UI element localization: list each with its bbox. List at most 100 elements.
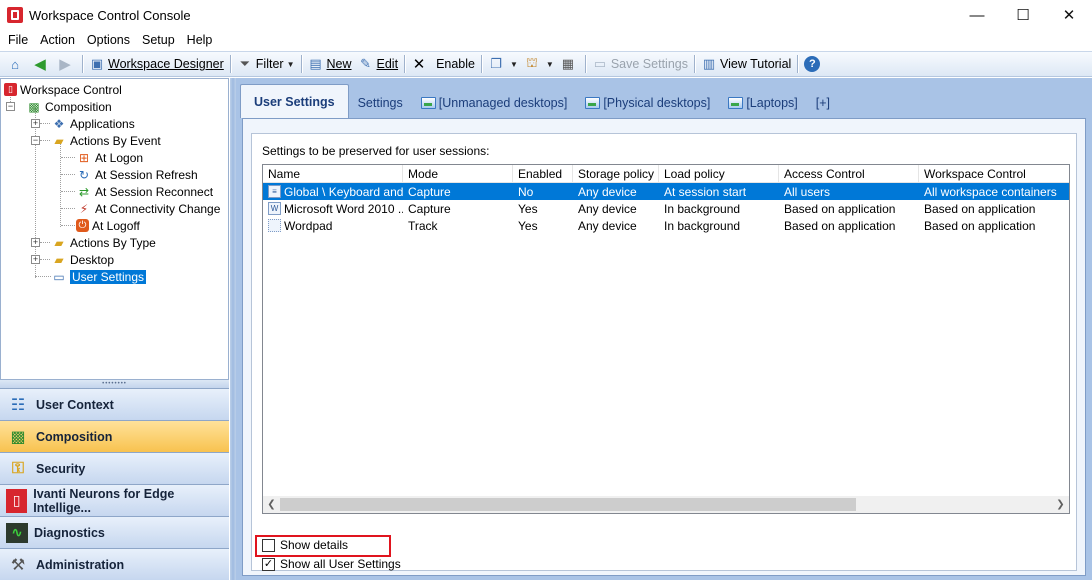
table-row[interactable]: ≡ Global \ Keyboard and... Capture No Any…: [263, 183, 1069, 200]
show-all-user-settings-checkbox[interactable]: ✓ Show all User Settings: [262, 556, 401, 572]
tab-settings[interactable]: Settings: [349, 88, 412, 118]
tree-splitter[interactable]: ••••••••: [0, 380, 229, 388]
scroll-track[interactable]: [280, 496, 1052, 513]
edit-button[interactable]: ✎ Edit: [355, 53, 402, 75]
menu-setup[interactable]: Setup: [136, 33, 181, 47]
home-button[interactable]: ⌂: [4, 53, 29, 75]
collapse-toggle[interactable]: −: [31, 136, 40, 145]
tab-unmanaged-desktops[interactable]: [Unmanaged desktops]: [412, 88, 577, 118]
column-header-access-control[interactable]: Access Control: [779, 165, 919, 183]
cell-storage-policy: Any device: [578, 184, 637, 199]
toolbar-separator: [481, 55, 482, 73]
tab-physical-desktops[interactable]: [Physical desktops]: [576, 88, 719, 118]
export-button[interactable]: ▦: [557, 53, 582, 75]
laptop-icon: [728, 97, 744, 109]
tree-node-at-connectivity-change[interactable]: ⚡ At Connectivity Change: [76, 200, 221, 217]
expand-toggle[interactable]: +: [31, 119, 40, 128]
toolbar-separator: [693, 55, 695, 73]
cell-storage-policy: Any device: [578, 218, 637, 233]
nav-composition[interactable]: ▩ Composition: [0, 420, 229, 452]
column-header-enabled[interactable]: Enabled: [513, 165, 573, 183]
menu-file[interactable]: File: [2, 33, 34, 47]
copy-button[interactable]: ❐ ▼: [485, 53, 521, 75]
tree-node-applications[interactable]: ❖ Applications: [51, 115, 135, 132]
enable-button[interactable]: Enable: [433, 53, 478, 75]
scroll-left-icon[interactable]: ❮: [263, 496, 280, 513]
cell-load-policy: At session start: [664, 184, 747, 199]
column-header-mode[interactable]: Mode: [403, 165, 513, 183]
ivanti-logo-icon: ▯: [6, 488, 28, 513]
view-tutorial-label: View Tutorial: [719, 57, 792, 71]
scroll-thumb[interactable]: [280, 498, 856, 511]
back-button[interactable]: ◀: [29, 53, 54, 75]
expand-toggle[interactable]: +: [31, 255, 40, 264]
enable-label: Enable: [436, 57, 475, 71]
cell-mode: Track: [408, 218, 438, 233]
nav-administration[interactable]: ⚒ Administration: [0, 548, 229, 580]
table-row[interactable]: Wordpad Track Yes Any device In backgrou…: [263, 217, 1069, 234]
scroll-right-icon[interactable]: ❯: [1052, 496, 1069, 513]
cell-mode: Capture: [408, 201, 451, 216]
tree-node-workspace-control[interactable]: ▯ Workspace Control: [4, 81, 122, 98]
tab-user-settings[interactable]: User Settings: [240, 84, 349, 118]
forward-button[interactable]: ▶: [54, 53, 79, 75]
security-icon: ⚿: [11, 459, 25, 477]
home-icon: ⌂: [11, 56, 19, 72]
nav-label: Security: [36, 461, 86, 476]
nav-ivanti-neurons[interactable]: ▯ Ivanti Neurons for Edge Intellige...: [0, 484, 229, 516]
list-header: Name Mode Enabled Storage policy Load po…: [263, 165, 1069, 183]
tab-strip: User Settings Settings [Unmanaged deskto…: [240, 84, 839, 118]
nav-security[interactable]: ⚿ Security: [0, 452, 229, 484]
toolbar-separator: [797, 55, 799, 73]
horizontal-scrollbar[interactable]: ❮ ❯: [263, 496, 1069, 513]
delete-button[interactable]: ✕: [408, 53, 433, 75]
help-button[interactable]: ?: [801, 53, 826, 75]
navigation-tree: ▯ Workspace Control − ▩ Composition + ❖ …: [0, 78, 229, 380]
close-button[interactable]: ✕: [1046, 0, 1092, 30]
filter-button[interactable]: ⏷ Filter ▼: [234, 53, 298, 75]
table-row[interactable]: W Microsoft Word 2010 ... Capture Yes Any…: [263, 200, 1069, 217]
tab-add[interactable]: [+]: [807, 88, 839, 118]
filter-label: Filter: [255, 57, 284, 71]
tree-node-user-settings[interactable]: ▭ User Settings: [51, 268, 147, 285]
workspace-designer-label: Workspace Designer: [108, 57, 224, 71]
expand-toggle[interactable]: +: [31, 238, 40, 247]
minimize-button[interactable]: —: [954, 0, 1000, 30]
user-context-icon: ☷: [10, 396, 26, 414]
workspace-designer-button[interactable]: ▣ Workspace Designer: [86, 53, 227, 75]
organize-button[interactable]: ⛫ ▼: [521, 53, 557, 75]
view-tutorial-button[interactable]: ▥ View Tutorial: [698, 53, 794, 75]
column-header-load-policy[interactable]: Load policy: [659, 165, 779, 183]
tree-node-at-logon[interactable]: ⊞ At Logon: [76, 149, 143, 166]
menu-action[interactable]: Action: [34, 33, 81, 47]
maximize-button[interactable]: ☐: [1000, 0, 1046, 30]
tree-node-at-session-reconnect[interactable]: ⇄ At Session Reconnect: [76, 183, 213, 200]
save-settings-button[interactable]: ▭ Save Settings: [589, 53, 691, 75]
tab-laptops[interactable]: [Laptops]: [719, 88, 806, 118]
nav-user-context[interactable]: ☷ User Context: [0, 388, 229, 420]
tree-node-desktop[interactable]: ▰ Desktop: [51, 251, 114, 268]
menu-options[interactable]: Options: [81, 33, 136, 47]
nav-diagnostics[interactable]: ∿ Diagnostics: [0, 516, 229, 548]
reconnect-icon: ⇄: [78, 184, 90, 199]
new-icon: ▤: [309, 56, 322, 71]
collapse-toggle[interactable]: −: [6, 102, 15, 111]
user-settings-list[interactable]: Name Mode Enabled Storage policy Load po…: [262, 164, 1070, 514]
delete-icon: ✕: [412, 56, 426, 73]
checkbox-box[interactable]: ✓: [262, 557, 275, 571]
document-icon: [268, 219, 281, 232]
tree-node-actions-by-event[interactable]: ▰ Actions By Event: [51, 132, 160, 149]
toolbar-separator: [229, 55, 231, 73]
column-header-name[interactable]: Name: [263, 165, 403, 183]
menu-help[interactable]: Help: [181, 33, 219, 47]
tree-node-at-session-refresh[interactable]: ↻ At Session Refresh: [76, 166, 198, 183]
tree-node-composition[interactable]: ▩ Composition: [26, 98, 111, 115]
tree-node-at-logoff[interactable]: ⏻ At Logoff: [76, 217, 140, 234]
tree-node-label: Actions By Type: [70, 235, 156, 250]
new-button[interactable]: ▤ New: [305, 53, 355, 75]
tab-label: [Physical desktops]: [603, 96, 711, 110]
tree-node-label: Desktop: [70, 252, 115, 267]
tree-node-actions-by-type[interactable]: ▰ Actions By Type: [51, 234, 156, 251]
column-header-workspace-control[interactable]: Workspace Control: [919, 165, 1069, 183]
column-header-storage-policy[interactable]: Storage policy: [573, 165, 659, 183]
